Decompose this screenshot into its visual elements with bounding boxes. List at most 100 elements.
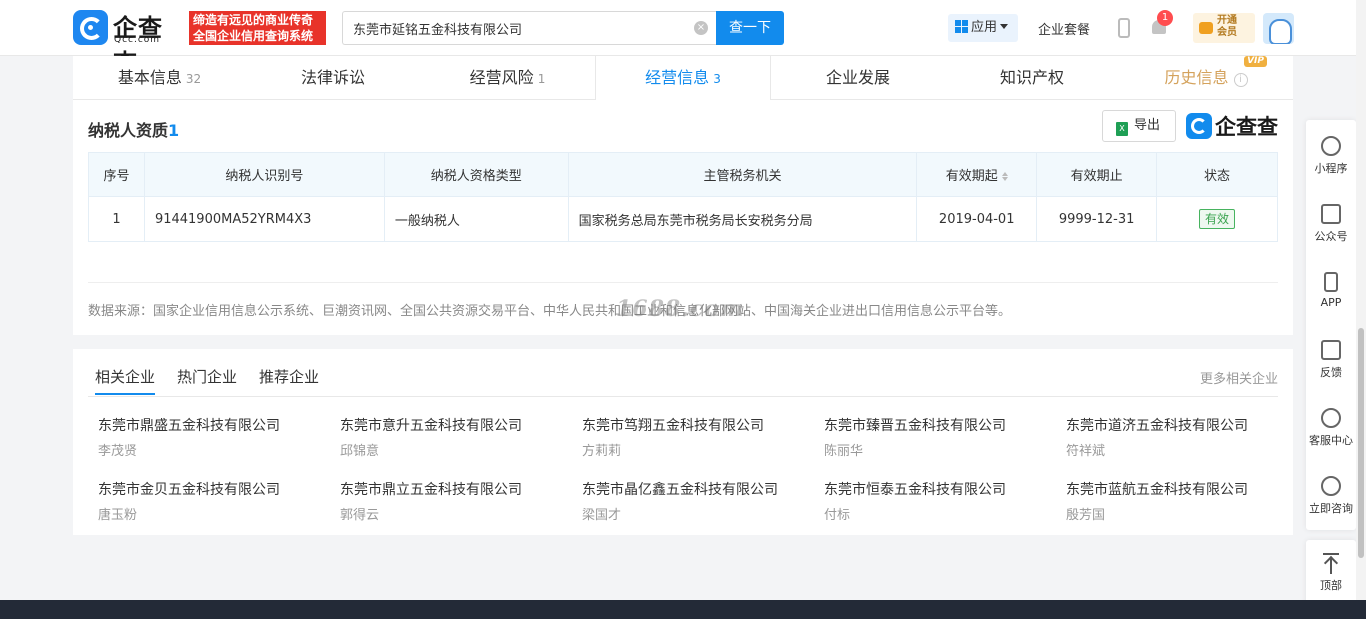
data-source-note: 数据来源：国家企业信用信息公示系统、巨潮资讯网、全国公共资源交易平台、中华人民共…	[88, 304, 1012, 319]
slogan-line-1: 缔造有远见的商业传奇	[193, 13, 314, 27]
grid-icon	[955, 20, 968, 33]
logo-subtext: Qcc.com	[114, 35, 161, 45]
company-name[interactable]: 东莞市意升五金科技有限公司	[340, 415, 580, 435]
tab-label: 知识产权	[999, 68, 1064, 87]
search-box: ×	[342, 11, 716, 45]
tab-ip[interactable]: 知识产权	[945, 56, 1119, 100]
tab-popular[interactable]: 热门企业	[177, 366, 237, 387]
sidebar-label: 公众号	[1314, 230, 1348, 243]
company-name[interactable]: 东莞市道济五金科技有限公司	[1066, 415, 1306, 435]
search-button[interactable]: 查一下	[716, 11, 784, 45]
back-to-top-button[interactable]: 顶部	[1306, 540, 1356, 608]
company-name[interactable]: 东莞市臻晋五金科技有限公司	[824, 415, 1064, 435]
company-person[interactable]: 付标	[824, 504, 1064, 523]
col-tax-id: 纳税人识别号	[143, 152, 385, 197]
edit-icon	[1321, 340, 1341, 360]
search-input[interactable]	[343, 12, 673, 44]
company-person[interactable]: 郭得云	[340, 504, 580, 523]
wechat-account-button[interactable]: 公众号	[1306, 188, 1356, 256]
arrow-up-icon	[1323, 553, 1339, 574]
cell-authority: 国家税务总局东莞市税务局长安税务分局	[567, 196, 918, 242]
list-item[interactable]: 东莞市臻晋五金科技有限公司 陈丽华	[824, 415, 1064, 459]
caret-down-icon	[1000, 24, 1009, 29]
company-person[interactable]: 符祥斌	[1066, 440, 1306, 459]
company-person[interactable]: 梁国才	[582, 504, 822, 523]
sidebar-label: 客服中心	[1309, 434, 1353, 447]
vip-label-line-2: 会员	[1217, 27, 1237, 38]
company-person[interactable]: 邱锦意	[340, 440, 580, 459]
col-start-date[interactable]: 有效期起	[916, 152, 1038, 197]
chat-icon	[1321, 476, 1341, 496]
more-related-link[interactable]: 更多相关企业	[1200, 368, 1278, 387]
vip-icon	[1199, 22, 1213, 34]
cell-start-date: 2019-04-01	[916, 196, 1038, 242]
cell-type: 一般纳税人	[383, 196, 569, 242]
company-name[interactable]: 东莞市鼎盛五金科技有限公司	[98, 415, 338, 435]
list-item[interactable]: 东莞市鼎立五金科技有限公司 郭得云	[340, 479, 580, 523]
sort-icon[interactable]	[1001, 172, 1008, 181]
sidebar-label: APP	[1320, 296, 1342, 309]
related-companies-section: 相关企业 热门企业 推荐企业 更多相关企业 东莞市鼎盛五金科技有限公司 李茂贤 东…	[73, 349, 1293, 535]
company-person[interactable]: 殷芳国	[1066, 504, 1306, 523]
open-vip-button[interactable]: 开通 会员	[1193, 13, 1255, 43]
tab-business-info[interactable]: 经营信息 3	[595, 56, 771, 101]
tab-label: 经营风险	[469, 68, 534, 87]
company-name[interactable]: 东莞市金贝五金科技有限公司	[98, 479, 338, 499]
col-status: 状态	[1156, 152, 1278, 197]
avatar[interactable]	[1263, 13, 1294, 44]
feedback-button[interactable]: 反馈	[1306, 324, 1356, 392]
tab-development[interactable]: 企业发展	[771, 56, 945, 100]
list-item[interactable]: 东莞市晶亿鑫五金科技有限公司 梁国才	[582, 479, 822, 523]
qcc-brand-icon	[1186, 113, 1212, 139]
vip-label-line-1: 开通	[1217, 15, 1237, 26]
tab-count: 1	[537, 72, 546, 86]
list-item[interactable]: 东莞市鼎盛五金科技有限公司 李茂贤	[98, 415, 338, 459]
mobile-icon	[1324, 272, 1338, 292]
export-button[interactable]: X 导出	[1102, 110, 1176, 142]
company-tabs: 基本信息 32 法律诉讼 经营风险 1 经营信息 3 企业发展 知识产权 历史信息 i V…	[73, 56, 1293, 101]
list-item[interactable]: 东莞市笃翔五金科技有限公司 方莉莉	[582, 415, 822, 459]
company-person[interactable]: 唐玉粉	[98, 504, 338, 523]
tab-legal[interactable]: 法律诉讼	[246, 56, 420, 100]
table-header-row: 序号 纳税人识别号 纳税人资格类型 主管税务机关 有效期起 有效期止 状态	[88, 152, 1278, 197]
slogan-line-2: 全国企业信用查询系统	[193, 29, 314, 43]
company-name[interactable]: 东莞市鼎立五金科技有限公司	[340, 479, 580, 499]
company-name[interactable]: 东莞市蓝航五金科技有限公司	[1066, 479, 1306, 499]
tab-label: 基本信息	[117, 68, 182, 87]
customer-service-button[interactable]: 客服中心	[1306, 392, 1356, 460]
mini-program-button[interactable]: 小程序	[1306, 120, 1356, 188]
scrollbar-thumb[interactable]	[1358, 328, 1364, 558]
qcc-brand-text: 企查查	[1215, 115, 1278, 139]
app-menu-button[interactable]: 应用	[948, 14, 1018, 42]
list-item[interactable]: 东莞市恒泰五金科技有限公司 付标	[824, 479, 1064, 523]
company-name[interactable]: 东莞市笃翔五金科技有限公司	[582, 415, 822, 435]
list-item[interactable]: 东莞市道济五金科技有限公司 符祥斌	[1066, 415, 1306, 459]
tab-related[interactable]: 相关企业	[95, 366, 155, 387]
company-person[interactable]: 李茂贤	[98, 440, 338, 459]
tab-basic-info[interactable]: 基本信息 32	[73, 56, 246, 100]
company-name[interactable]: 东莞市恒泰五金科技有限公司	[824, 479, 1064, 499]
divider	[88, 282, 1278, 283]
table-row: 1 91441900MA52YRM4X3 一般纳税人 国家税务总局东莞市税务局长…	[88, 196, 1278, 242]
export-label: 导出	[1134, 118, 1161, 133]
col-index: 序号	[88, 152, 145, 197]
tab-history[interactable]: 历史信息 i VIP	[1119, 56, 1293, 100]
phone-icon[interactable]	[1118, 18, 1130, 38]
list-item[interactable]: 东莞市金贝五金科技有限公司 唐玉粉	[98, 479, 338, 523]
back-to-top-label: 顶部	[1320, 579, 1342, 592]
company-person[interactable]: 方莉莉	[582, 440, 822, 459]
list-item[interactable]: 东莞市意升五金科技有限公司 邱锦意	[340, 415, 580, 459]
company-person[interactable]: 陈丽华	[824, 440, 1064, 459]
taxpayer-table: 序号 纳税人识别号 纳税人资格类型 主管税务机关 有效期起 有效期止 状态 1 …	[88, 152, 1278, 242]
consult-button[interactable]: 立即咨询	[1306, 460, 1356, 528]
tab-recommended[interactable]: 推荐企业	[259, 366, 319, 387]
enterprise-package-link[interactable]: 企业套餐	[1038, 19, 1090, 38]
app-download-button[interactable]: APP	[1306, 256, 1356, 324]
page-scrollbar[interactable]	[1356, 0, 1366, 600]
tab-risk[interactable]: 经营风险 1	[420, 56, 595, 100]
list-item[interactable]: 东莞市蓝航五金科技有限公司 殷芳国	[1066, 479, 1306, 523]
clear-icon[interactable]: ×	[694, 21, 708, 35]
qcc-logo[interactable]: 企查查 Qcc.com	[73, 10, 185, 77]
company-name[interactable]: 东莞市晶亿鑫五金科技有限公司	[582, 479, 822, 499]
qcc-logo-icon	[73, 10, 108, 45]
